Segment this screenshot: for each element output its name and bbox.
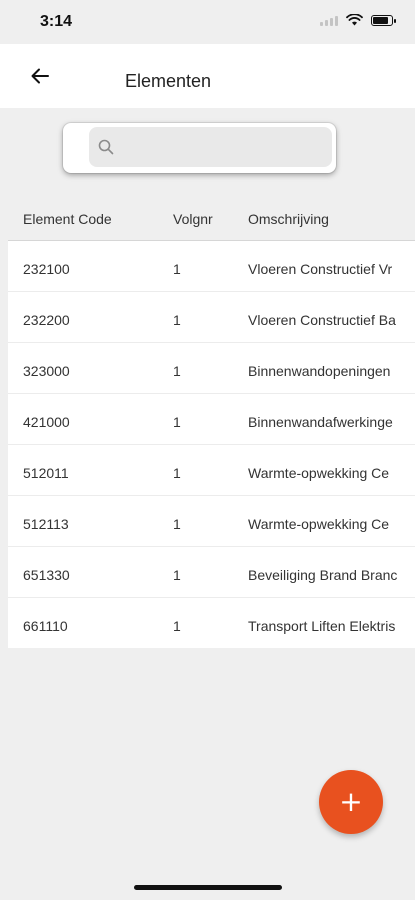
search-icon xyxy=(97,138,115,156)
table-row[interactable]: 232100 1 Vloeren Constructief Vr xyxy=(8,241,415,292)
status-icons xyxy=(320,14,396,26)
cell-element-code: 651330 xyxy=(23,567,70,583)
search-container xyxy=(63,123,336,173)
cell-omschrijving: Vloeren Constructief Ba xyxy=(248,312,396,328)
cell-omschrijving: Beveiliging Brand Branc xyxy=(248,567,398,583)
cell-element-code: 661110 xyxy=(23,618,68,634)
status-time: 3:14 xyxy=(40,13,73,30)
cell-volgnr: 1 xyxy=(173,516,181,532)
app-header: Elementen xyxy=(0,44,415,108)
cell-volgnr: 1 xyxy=(173,465,181,481)
cell-volgnr: 1 xyxy=(173,618,181,634)
search-input[interactable] xyxy=(121,137,315,157)
add-button[interactable]: + xyxy=(319,770,383,834)
table-body: 232100 1 Vloeren Constructief Vr 232200 … xyxy=(8,241,415,648)
cell-omschrijving: Binnenwandafwerkinge xyxy=(248,414,393,430)
cell-omschrijving: Vloeren Constructief Vr xyxy=(248,261,393,277)
back-button[interactable] xyxy=(24,62,56,90)
column-header-volgnr[interactable]: Volgnr xyxy=(173,211,213,227)
search-field[interactable] xyxy=(89,127,332,167)
column-header-omschrijving[interactable]: Omschrijving xyxy=(248,211,329,227)
cell-element-code: 421000 xyxy=(23,414,70,430)
table-row[interactable]: 232200 1 Vloeren Constructief Ba xyxy=(8,292,415,343)
table-row[interactable]: 421000 1 Binnenwandafwerkinge xyxy=(8,394,415,445)
table-row[interactable]: 661110 1 Transport Liften Elektris xyxy=(8,598,415,648)
cell-element-code: 232100 xyxy=(23,261,70,277)
table-row[interactable]: 651330 1 Beveiliging Brand Branc xyxy=(8,547,415,598)
cell-element-code: 323000 xyxy=(23,363,70,379)
cell-element-code: 512113 xyxy=(23,516,69,532)
cell-volgnr: 1 xyxy=(173,261,181,277)
cell-volgnr: 1 xyxy=(173,312,181,328)
home-indicator xyxy=(134,885,282,890)
wifi-icon xyxy=(346,14,363,26)
arrow-left-icon xyxy=(31,68,49,84)
page-title: Elementen xyxy=(125,71,212,91)
cell-omschrijving: Binnenwandopeningen xyxy=(248,363,391,379)
cell-omschrijving: Warmte-opwekking Ce xyxy=(248,465,390,481)
cell-element-code: 232200 xyxy=(23,312,70,328)
table-row[interactable]: 512011 1 Warmte-opwekking Ce xyxy=(8,445,415,496)
column-header-element-code[interactable]: Element Code xyxy=(23,211,112,227)
cell-omschrijving: Transport Liften Elektris xyxy=(248,618,396,634)
cell-omschrijving: Warmte-opwekking Ce xyxy=(248,516,390,532)
plus-icon: + xyxy=(339,785,363,818)
table-row[interactable]: 512113 1 Warmte-opwekking Ce xyxy=(8,496,415,547)
cell-volgnr: 1 xyxy=(173,567,181,583)
battery-icon xyxy=(371,14,396,26)
cell-volgnr: 1 xyxy=(173,414,181,430)
table-row[interactable]: 323000 1 Binnenwandopeningen xyxy=(8,343,415,394)
status-bar: 3:14 xyxy=(0,0,415,44)
signal-icon xyxy=(320,15,338,26)
cell-volgnr: 1 xyxy=(173,363,181,379)
cell-element-code: 512011 xyxy=(23,465,69,481)
table-header: Element Code Volgnr Omschrijving xyxy=(8,196,415,241)
